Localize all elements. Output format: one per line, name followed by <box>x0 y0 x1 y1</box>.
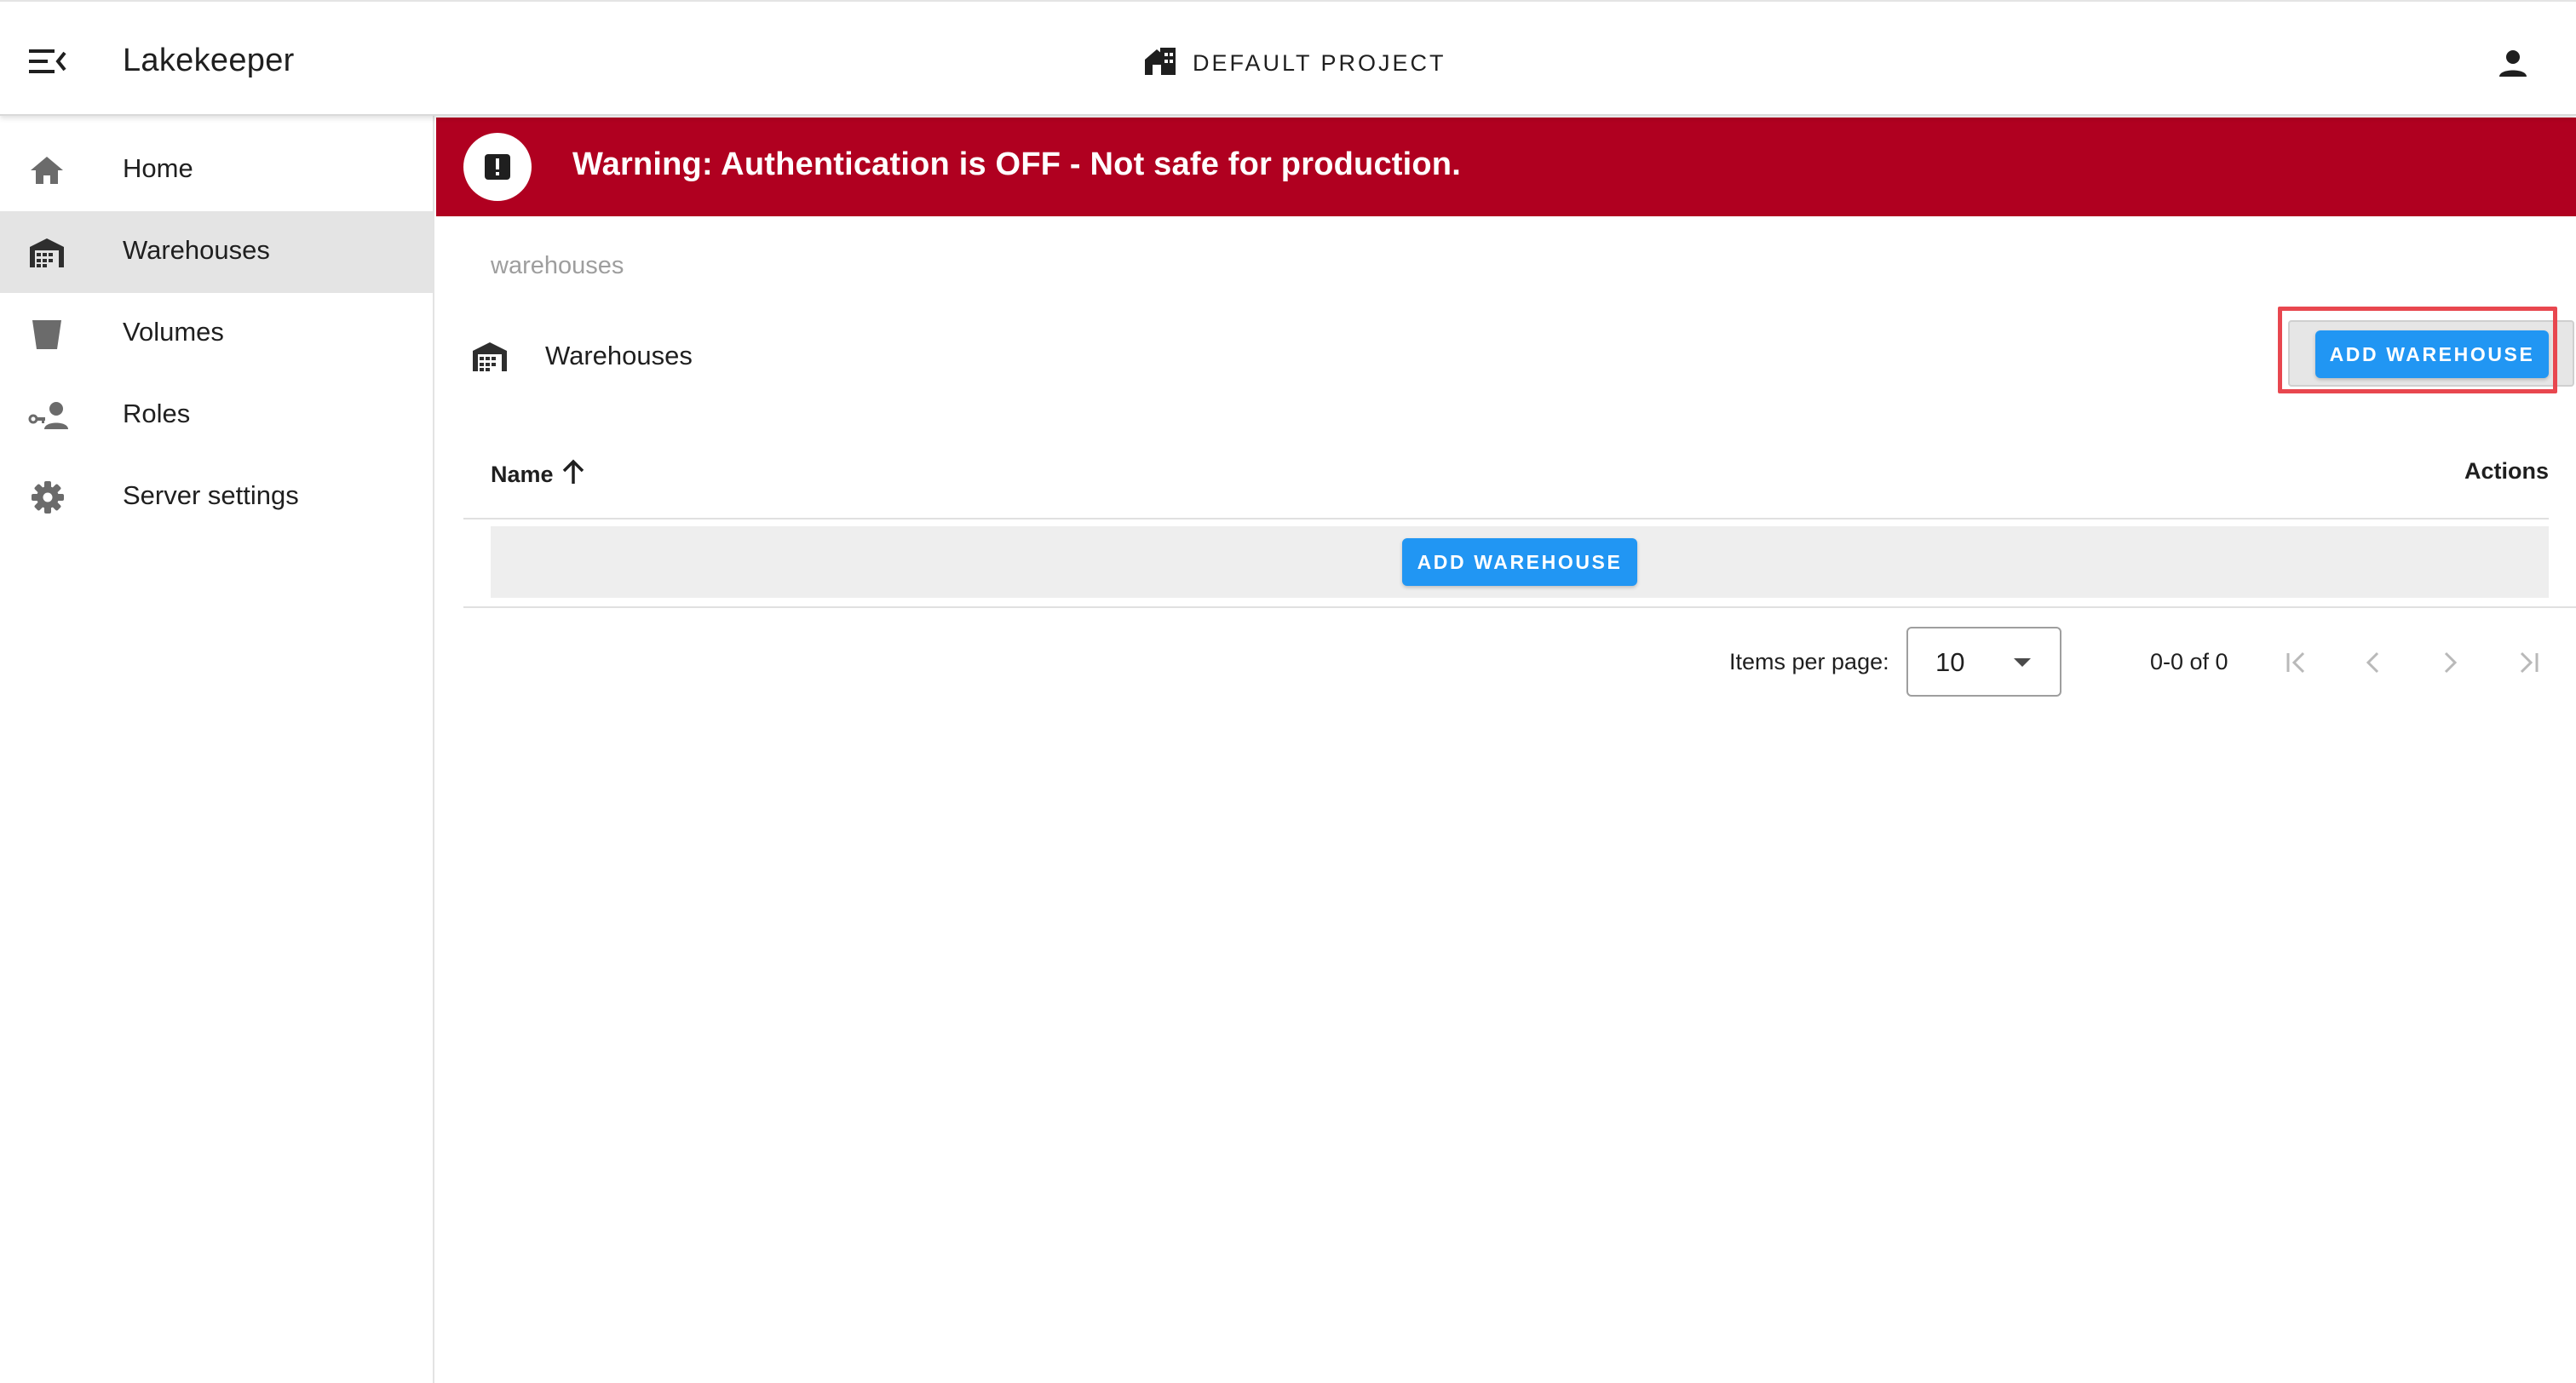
sidebar-item-home[interactable]: Home <box>0 129 433 211</box>
project-label: DEFAULT PROJECT <box>1193 50 1446 76</box>
table-header: Name Actions <box>463 443 2549 519</box>
last-page-icon[interactable] <box>2508 642 2549 683</box>
top-app-bar: Lakekeeper DEFAULT PROJECT <box>0 0 2576 116</box>
menu-collapse-icon[interactable] <box>26 44 68 78</box>
page-title: Warehouses <box>545 341 693 370</box>
user-account-icon[interactable] <box>2496 46 2530 80</box>
pagination-range: 0-0 of 0 <box>2150 649 2228 674</box>
caret-down-icon <box>2012 654 2033 671</box>
column-header-actions: Actions <box>2464 458 2549 484</box>
items-per-page-label: Items per page: <box>1729 649 1889 674</box>
sidebar-item-roles[interactable]: Roles <box>0 375 433 456</box>
auth-warning-banner: Warning: Authentication is OFF - Not saf… <box>436 118 2576 216</box>
sidebar-item-label: Roles <box>123 399 191 428</box>
app-title: Lakekeeper <box>123 43 295 78</box>
table-divider <box>463 606 2576 608</box>
warehouse-icon <box>470 339 509 373</box>
project-selector[interactable]: DEFAULT PROJECT <box>1143 46 1446 81</box>
sidebar-item-warehouses[interactable]: Warehouses <box>0 211 433 293</box>
project-house-icon <box>1143 46 1177 81</box>
add-warehouse-button[interactable]: ADD WAREHOUSE <box>2315 330 2549 378</box>
sidebar-item-label: Server settings <box>123 480 299 510</box>
column-header-name[interactable]: Name <box>491 458 586 491</box>
next-page-icon[interactable] <box>2429 642 2470 683</box>
sidebar-item-volumes[interactable]: Volumes <box>0 293 433 375</box>
previous-page-icon[interactable] <box>2353 642 2394 683</box>
alert-icon <box>463 133 532 201</box>
first-page-icon[interactable] <box>2276 642 2317 683</box>
sidebar-item-label: Volumes <box>123 317 224 347</box>
warehouse-icon <box>27 235 66 269</box>
bucket-icon <box>27 317 66 351</box>
breadcrumb[interactable]: warehouses <box>491 252 624 280</box>
items-per-page-value: 10 <box>1935 647 1965 677</box>
add-warehouse-empty-button[interactable]: ADD WAREHOUSE <box>1402 538 1637 586</box>
banner-text: Warning: Authentication is OFF - Not saf… <box>572 146 1461 182</box>
account-key-icon <box>27 399 68 433</box>
sidebar-nav: Home Warehouses Volumes Roles Server set… <box>0 116 434 1383</box>
sidebar-item-label: Warehouses <box>123 235 270 265</box>
items-per-page-select[interactable]: 10 <box>1906 627 2061 697</box>
arrow-up-icon <box>561 458 586 491</box>
sidebar-item-label: Home <box>123 153 193 183</box>
sidebar-item-server-settings[interactable]: Server settings <box>0 456 433 538</box>
home-icon <box>27 153 66 187</box>
gear-icon <box>27 480 66 514</box>
